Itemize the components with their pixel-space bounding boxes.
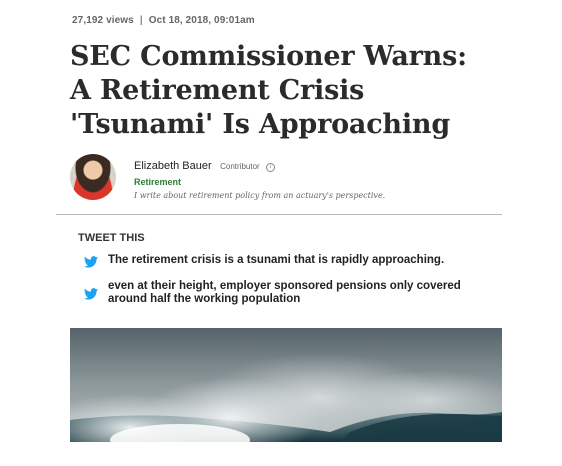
meta-separator: |	[139, 15, 143, 26]
author-bio: I write about retirement policy from an …	[134, 191, 386, 200]
author-channel-link[interactable]: Retirement	[134, 177, 385, 187]
author-avatar[interactable]	[70, 154, 116, 200]
twitter-bird-icon[interactable]	[84, 256, 98, 268]
tweet-text[interactable]: The retirement crisis is a tsunami that …	[108, 254, 498, 267]
article-headline: SEC Commissioner Warns: A Retirement Cri…	[70, 41, 467, 140]
article-meta: 27,192 views | Oct 18, 2018, 09:01am	[72, 15, 255, 26]
view-count: 27,192 views	[72, 15, 134, 26]
author-block: Elizabeth Bauer Contributor i Retirement…	[70, 154, 490, 209]
wave-image	[70, 328, 502, 442]
tweet-text[interactable]: even at their height, employer sponsored…	[108, 280, 498, 306]
info-icon[interactable]: i	[266, 163, 276, 172]
hero-image	[70, 328, 502, 442]
publish-date: Oct 18, 2018, 09:01am	[148, 15, 255, 26]
section-divider	[56, 214, 502, 215]
author-role: Contributor	[220, 162, 260, 171]
twitter-bird-icon[interactable]	[84, 288, 98, 300]
article-page: 27,192 views | Oct 18, 2018, 09:01am SEC C…	[56, 0, 502, 466]
author-info: Elizabeth Bauer Contributor i Retirement…	[134, 156, 385, 200]
tweet-this-heading: TWEET THIS	[78, 232, 145, 244]
author-name[interactable]: Elizabeth Bauer	[134, 160, 212, 172]
